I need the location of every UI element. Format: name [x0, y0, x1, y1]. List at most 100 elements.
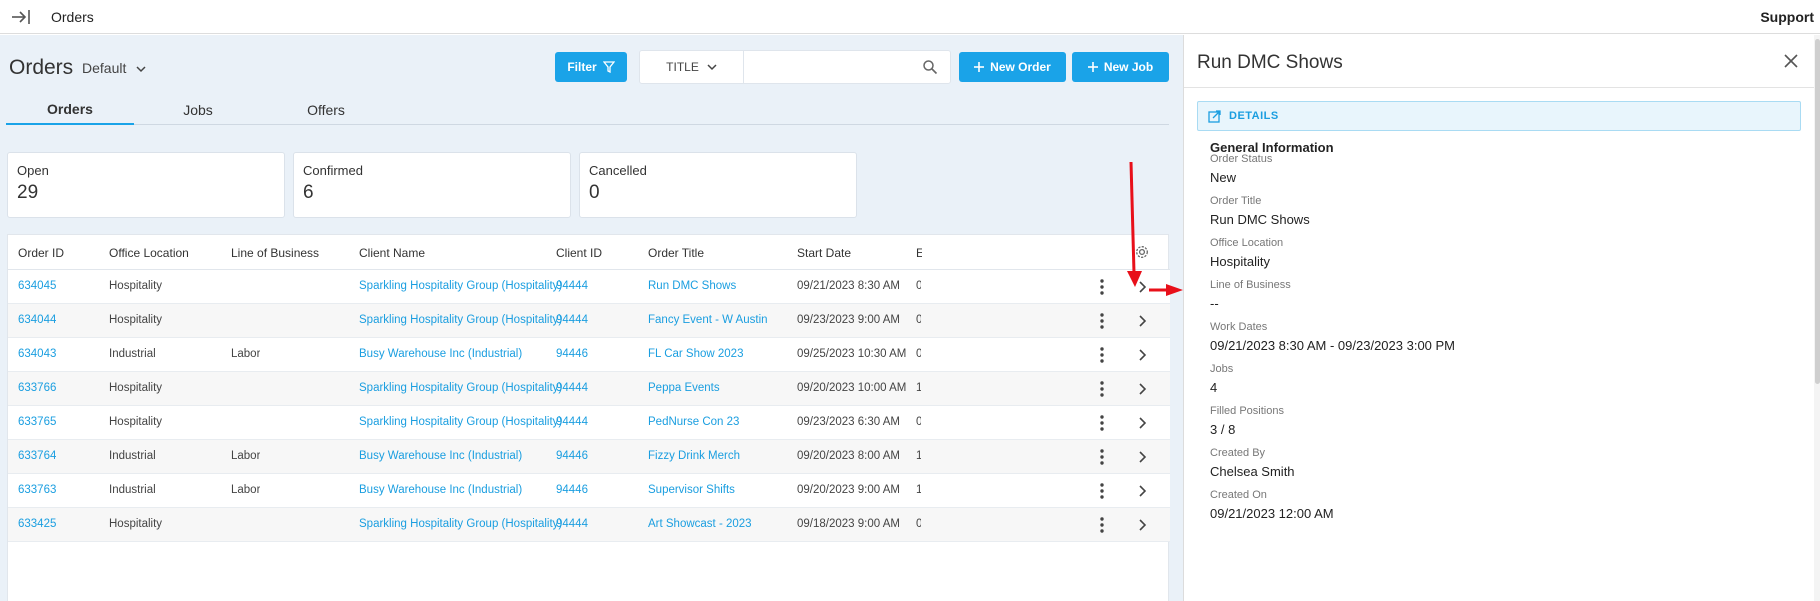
e-cell: 0: [916, 518, 921, 530]
chevron-right-icon[interactable]: [1136, 348, 1148, 362]
more-vert-icon[interactable]: [1096, 516, 1108, 534]
tab-jobs[interactable]: Jobs: [134, 95, 262, 125]
chevron-right-icon[interactable]: [1136, 416, 1148, 430]
table-row[interactable]: 633765 Hospitality Sparkling Hospitality G…: [8, 406, 1170, 440]
detail-field-value: New: [1210, 170, 1237, 185]
column-header-client-id[interactable]: Client ID: [556, 246, 602, 260]
order-title-link[interactable]: Fizzy Drink Merch: [648, 450, 740, 462]
detail-field-label: Jobs: [1210, 363, 1234, 375]
client-id-link[interactable]: 94444: [556, 314, 588, 326]
more-vert-icon[interactable]: [1096, 414, 1108, 432]
order-title-link[interactable]: Fancy Event - W Austin: [648, 314, 768, 326]
order-title-link[interactable]: Run DMC Shows: [648, 280, 736, 292]
table-row[interactable]: 634043 Industrial Labor Busy Warehouse Inc …: [8, 338, 1170, 372]
scrollbar-thumb[interactable]: [1815, 39, 1820, 384]
support-link[interactable]: Support: [1760, 9, 1814, 25]
order-title-link[interactable]: Supervisor Shifts: [648, 484, 735, 496]
chevron-right-icon[interactable]: [1136, 518, 1148, 532]
chevron-right-icon[interactable]: [1136, 450, 1148, 464]
detail-field-label: Office Location: [1210, 237, 1284, 249]
close-icon[interactable]: [1783, 53, 1799, 69]
column-header-start-date[interactable]: Start Date: [797, 246, 851, 260]
client-id-link[interactable]: 94444: [556, 518, 588, 530]
column-header-order-id[interactable]: Order ID: [18, 246, 64, 260]
order-id-link[interactable]: 633425: [18, 518, 56, 530]
search-icon[interactable]: [922, 59, 938, 75]
table-row[interactable]: 633763 Industrial Labor Busy Warehouse Inc …: [8, 474, 1170, 508]
office-location-cell: Industrial: [109, 348, 156, 360]
detail-field-value: Hospitality: [1210, 254, 1270, 269]
table-header: Order ID Office Location Line of Busines…: [8, 235, 1170, 270]
order-id-link[interactable]: 634043: [18, 348, 56, 360]
order-id-link[interactable]: 633763: [18, 484, 56, 496]
client-name-link[interactable]: Sparkling Hospitality Group (Hospitality…: [359, 382, 562, 394]
chevron-right-icon[interactable]: [1136, 382, 1148, 396]
client-name-link[interactable]: Busy Warehouse Inc (Industrial): [359, 484, 522, 496]
client-id-link[interactable]: 94446: [556, 450, 588, 462]
new-job-button[interactable]: New Job: [1072, 52, 1169, 82]
start-date-cell: 09/23/2023 6:30 AM: [797, 416, 900, 428]
expand-sidebar-icon[interactable]: [10, 7, 32, 27]
more-vert-icon[interactable]: [1096, 380, 1108, 398]
order-id-link[interactable]: 634045: [18, 280, 56, 292]
column-header-e[interactable]: E: [916, 246, 922, 260]
e-cell: 0: [916, 280, 921, 292]
client-name-link[interactable]: Sparkling Hospitality Group (Hospitality…: [359, 416, 562, 428]
table-row[interactable]: 633766 Hospitality Sparkling Hospitality G…: [8, 372, 1170, 406]
order-id-link[interactable]: 633765: [18, 416, 56, 428]
more-vert-icon[interactable]: [1096, 278, 1108, 296]
tab-offers[interactable]: Offers: [262, 95, 390, 125]
gear-icon[interactable]: [1134, 244, 1150, 260]
table-row[interactable]: 633425 Hospitality Sparkling Hospitality G…: [8, 508, 1170, 542]
client-id-link[interactable]: 94444: [556, 280, 588, 292]
stat-card-confirmed[interactable]: Confirmed 6: [293, 152, 571, 218]
detail-field-value: 3 / 8: [1210, 422, 1236, 437]
view-select[interactable]: Default: [82, 60, 146, 76]
order-id-link[interactable]: 633766: [18, 382, 56, 394]
new-order-button[interactable]: New Order: [959, 52, 1066, 82]
stat-card-open[interactable]: Open 29: [7, 152, 285, 218]
client-id-link[interactable]: 94446: [556, 484, 588, 496]
column-header-client-name[interactable]: Client Name: [359, 246, 425, 260]
order-title-link[interactable]: Art Showcast - 2023: [648, 518, 752, 530]
client-name-link[interactable]: Sparkling Hospitality Group (Hospitality…: [359, 518, 562, 530]
search-field-select[interactable]: TITLE: [640, 51, 744, 83]
client-id-link[interactable]: 94444: [556, 382, 588, 394]
column-header-line-of-business[interactable]: Line of Business: [231, 246, 319, 260]
table-row[interactable]: 634044 Hospitality Sparkling Hospitality G…: [8, 304, 1170, 338]
more-vert-icon[interactable]: [1096, 346, 1108, 364]
chevron-right-icon[interactable]: [1136, 314, 1148, 328]
client-name-link[interactable]: Sparkling Hospitality Group (Hospitality…: [359, 280, 562, 292]
client-name-link[interactable]: Sparkling Hospitality Group (Hospitality…: [359, 314, 562, 326]
page-title: Orders: [9, 56, 74, 79]
column-header-office-location[interactable]: Office Location: [109, 246, 189, 260]
stat-value: 0: [589, 182, 600, 203]
tab-orders[interactable]: Orders: [6, 95, 134, 125]
more-vert-icon[interactable]: [1096, 312, 1108, 330]
table-row[interactable]: 634045 Hospitality Sparkling Hospitality G…: [8, 270, 1170, 304]
orders-main: Orders Default Filter TITLE New Order Ne…: [0, 35, 1183, 601]
detail-field: Filled Positions 3 / 8: [1210, 405, 1284, 437]
client-id-link[interactable]: 94444: [556, 416, 588, 428]
table-row[interactable]: 633764 Industrial Labor Busy Warehouse Inc …: [8, 440, 1170, 474]
e-cell: 0: [916, 348, 921, 360]
chevron-right-icon[interactable]: [1136, 484, 1148, 498]
order-title-link[interactable]: PedNurse Con 23: [648, 416, 739, 428]
more-vert-icon[interactable]: [1096, 448, 1108, 466]
order-title-link[interactable]: FL Car Show 2023: [648, 348, 743, 360]
details-link[interactable]: DETAILS: [1197, 101, 1801, 131]
more-vert-icon[interactable]: [1096, 482, 1108, 500]
line-of-business-cell: Labor: [231, 450, 261, 462]
order-id-link[interactable]: 634044: [18, 314, 56, 326]
client-name-link[interactable]: Busy Warehouse Inc (Industrial): [359, 450, 522, 462]
stat-card-cancelled[interactable]: Cancelled 0: [579, 152, 857, 218]
order-id-link[interactable]: 633764: [18, 450, 56, 462]
filter-button[interactable]: Filter: [555, 52, 627, 82]
client-id-link[interactable]: 94446: [556, 348, 588, 360]
chevron-right-icon[interactable]: [1136, 280, 1148, 294]
client-name-link[interactable]: Busy Warehouse Inc (Industrial): [359, 348, 522, 360]
line-of-business-cell: Labor: [231, 484, 261, 496]
search-input[interactable]: [746, 51, 916, 83]
order-title-link[interactable]: Peppa Events: [648, 382, 720, 394]
column-header-order-title[interactable]: Order Title: [648, 246, 704, 260]
